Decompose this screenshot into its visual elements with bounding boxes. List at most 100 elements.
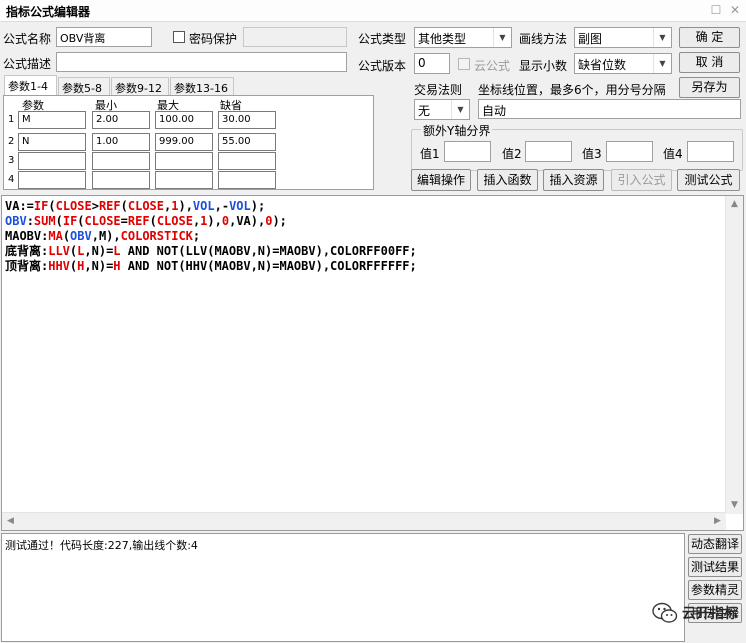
code-token: ( <box>48 199 56 213</box>
chevron-down-icon[interactable]: ▼ <box>493 28 511 47</box>
chevron-down-icon[interactable]: ▼ <box>653 54 671 73</box>
code-line[interactable]: OBV:SUM(IF(CLOSE=REF(CLOSE,1),0,VA),0); <box>5 214 417 229</box>
code-editor[interactable]: VA:=IF(CLOSE>REF(CLOSE,1),VOL,-VOL); OBV:… <box>1 195 744 531</box>
param-max-cell[interactable] <box>155 152 213 170</box>
formula-name-label: 公式名称 <box>3 32 52 46</box>
close-icon[interactable]: ✕ <box>729 4 741 16</box>
decimals-select[interactable]: 缺省位数 ▼ <box>574 53 672 74</box>
axis-lines-label: 坐标线位置，最多6个，用分号分隔 <box>478 83 666 97</box>
ok-button[interactable]: 确 定 <box>679 27 740 48</box>
code-token: MAOBV: <box>5 229 49 243</box>
scroll-down-icon[interactable]: ▼ <box>726 497 743 514</box>
code-text[interactable]: VA:=IF(CLOSE>REF(CLOSE,1),VOL,-VOL); OBV:… <box>5 199 417 274</box>
param-default-cell[interactable]: 30.00 <box>218 111 276 129</box>
param-default-cell[interactable] <box>218 152 276 170</box>
password-label: 密码保护 <box>189 32 238 46</box>
insert-function-button[interactable]: 插入函数 <box>477 169 538 191</box>
param-max-cell[interactable]: 999.00 <box>155 133 213 151</box>
password-input[interactable] <box>243 27 347 47</box>
param-min-cell[interactable]: 1.00 <box>92 133 150 151</box>
row-number: 3 <box>8 155 15 166</box>
param-min-cell[interactable] <box>92 171 150 189</box>
param-name-cell[interactable]: M <box>18 111 86 129</box>
code-token: L <box>113 244 121 258</box>
param-wizard-button[interactable]: 参数精灵 <box>688 580 742 600</box>
chevron-down-icon[interactable]: ▼ <box>451 100 469 119</box>
code-token: ), <box>178 199 193 213</box>
code-token: AND NOT(HHV(MAOBV,N)=MAOBV),COLORFFFFFF; <box>120 259 417 273</box>
tab-params-5-8[interactable]: 参数5-8 <box>58 77 110 95</box>
code-token: REF <box>127 214 150 228</box>
row-number: 2 <box>8 136 15 147</box>
decimals-label: 显示小数 <box>519 59 568 73</box>
param-min-cell[interactable]: 2.00 <box>92 111 150 129</box>
cancel-button[interactable]: 取 消 <box>679 52 740 73</box>
scroll-left-icon[interactable]: ◀ <box>2 513 19 530</box>
draw-method-select[interactable]: 副图 ▼ <box>574 27 672 48</box>
formula-desc-input[interactable] <box>56 52 347 72</box>
edit-operations-button[interactable]: 编辑操作 <box>411 169 471 191</box>
code-token: ,N)= <box>84 259 114 273</box>
extra-y-axis-label: 额外Y轴分界 <box>421 122 493 139</box>
code-token: 0 <box>221 214 230 228</box>
formula-type-select[interactable]: 其他类型 ▼ <box>414 27 512 48</box>
draw-method-value: 副图 <box>578 32 603 46</box>
tab-params-1-4[interactable]: 参数1-4 <box>4 75 57 96</box>
param-name-cell[interactable] <box>18 171 86 189</box>
code-line[interactable]: 顶背离:HHV(H,N)=H AND NOT(HHV(MAOBV,N)=MAOB… <box>5 259 417 274</box>
param-default-cell[interactable]: 55.00 <box>218 133 276 151</box>
formula-desc-label: 公式描述 <box>3 57 52 71</box>
param-max-cell[interactable] <box>155 171 213 189</box>
value3-input[interactable] <box>606 141 653 162</box>
formula-type-label: 公式类型 <box>358 32 407 46</box>
restore-icon[interactable]: ☐ <box>710 4 722 16</box>
code-token: MA <box>48 229 63 243</box>
scroll-right-icon[interactable]: ▶ <box>709 513 726 530</box>
param-name-cell[interactable]: N <box>18 133 86 151</box>
axis-lines-input[interactable]: 自动 <box>478 99 741 119</box>
scroll-up-icon[interactable]: ▲ <box>726 196 743 213</box>
chevron-down-icon[interactable]: ▼ <box>653 28 671 47</box>
insert-resource-button[interactable]: 插入资源 <box>543 169 604 191</box>
value1-input[interactable] <box>444 141 491 162</box>
param-name-cell[interactable] <box>18 152 86 170</box>
code-token: IF <box>62 214 78 228</box>
row-number: 4 <box>8 174 15 185</box>
vertical-scrollbar[interactable]: ▲ ▼ <box>725 196 743 514</box>
code-token: ( <box>120 199 128 213</box>
code-line[interactable]: 底背离:LLV(L,N)=L AND NOT(LLV(MAOBV,N)=MAOB… <box>5 244 417 259</box>
code-token: CLOSE <box>156 214 193 228</box>
code-token: 底背离: <box>5 244 49 258</box>
code-line[interactable]: VA:=IF(CLOSE>REF(CLOSE,1),VOL,-VOL); <box>5 199 417 214</box>
trade-rule-select[interactable]: 无 ▼ <box>414 99 470 120</box>
code-line[interactable]: MAOBV:MA(OBV,M),COLORSTICK; <box>5 229 417 244</box>
dynamic-translate-button[interactable]: 动态翻译 <box>688 534 742 554</box>
import-formula-button[interactable]: 引入公式 <box>611 169 672 191</box>
save-as-button[interactable]: 另存为 <box>679 77 740 98</box>
param-min-cell[interactable] <box>92 152 150 170</box>
tab-params-9-12[interactable]: 参数9-12 <box>111 77 169 95</box>
test-results-button[interactable]: 测试结果 <box>688 557 742 577</box>
formula-version-input[interactable]: 0 <box>414 53 450 74</box>
horizontal-scrollbar[interactable]: ◀ ▶ <box>2 512 726 530</box>
password-checkbox[interactable] <box>173 31 185 43</box>
tab-params-13-16[interactable]: 参数13-16 <box>170 77 234 95</box>
code-token: VOL <box>192 199 215 213</box>
code-token: ), <box>207 214 222 228</box>
test-formula-button[interactable]: 测试公式 <box>677 169 740 191</box>
cloud-formula-checkbox[interactable] <box>458 58 470 70</box>
code-token: REF <box>98 199 121 213</box>
value4-input[interactable] <box>687 141 734 162</box>
value4-label: 值4 <box>663 147 683 161</box>
formula-version-label: 公式版本 <box>358 59 407 73</box>
code-token: IF <box>33 199 49 213</box>
code-token: ( <box>77 214 85 228</box>
param-max-cell[interactable]: 100.00 <box>155 111 213 129</box>
decimals-value: 缺省位数 <box>578 58 627 72</box>
draw-method-label: 画线方法 <box>519 32 568 46</box>
formula-name-input[interactable]: OBV背离 <box>56 27 152 47</box>
param-default-cell[interactable] <box>218 171 276 189</box>
title-bar: 指标公式编辑器 ☐ ✕ <box>0 0 746 22</box>
trade-rule-value: 无 <box>418 104 431 118</box>
value2-input[interactable] <box>525 141 572 162</box>
